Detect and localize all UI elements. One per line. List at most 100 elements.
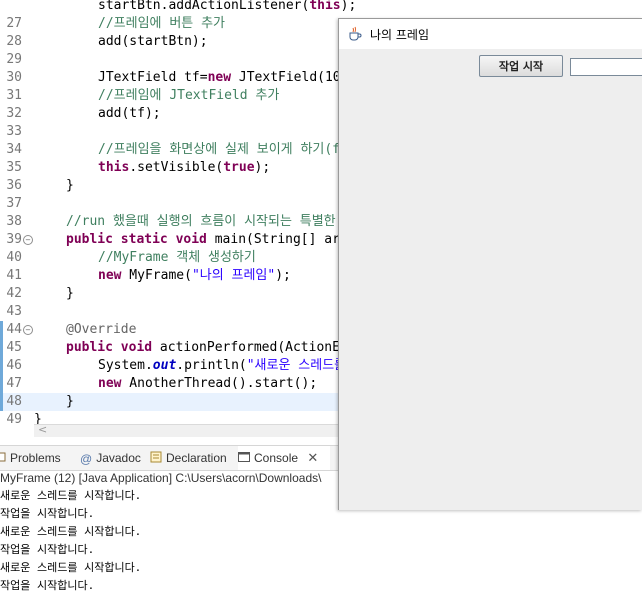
code-text: new MyFrame("나의 프레임"); (98, 267, 291, 285)
code-text: } (66, 177, 74, 195)
code-token: ); (254, 160, 271, 175)
line-number: 44 (6, 322, 22, 337)
scroll-left-icon[interactable]: < (38, 423, 47, 436)
console-icon (238, 447, 250, 471)
line-number: 33 (6, 124, 22, 139)
code-token: "새로운 스레드를 (246, 358, 347, 373)
problems-icon (0, 447, 6, 471)
tab-problems[interactable]: Problems (0, 446, 72, 470)
code-token: } (66, 178, 74, 193)
line-number: 49 (6, 412, 22, 424)
code-token: } (66, 394, 74, 409)
line-number: 41 (6, 268, 22, 283)
code-text: //run 했을때 실행의 흐름이 시작되는 특별한 메 (66, 213, 355, 231)
tab-label: Declaration (166, 451, 227, 465)
code-text: add(startBtn); (98, 33, 208, 51)
line-number: 29 (6, 52, 22, 67)
console-line: 새로운 스레드를 시작합니다. (0, 489, 142, 502)
line-number: 34 (6, 142, 22, 157)
code-token: new (98, 376, 122, 391)
code-token: .setVisible( (129, 160, 224, 175)
code-token: new (98, 268, 122, 283)
line-number: 42 (6, 286, 22, 301)
console-line: 작업을 시작합니다. (0, 543, 95, 556)
tab-declaration[interactable]: Declaration (150, 446, 234, 470)
code-token: add(startBtn); (98, 34, 208, 49)
line-number: 43 (6, 304, 22, 319)
code-token: startBtn.addActionListener( (98, 0, 310, 13)
code-text: JTextField tf=new JTextField(10); (98, 69, 356, 87)
line-number: 45 (6, 340, 22, 355)
line-number: 31 (6, 88, 22, 103)
code-token: true (223, 160, 255, 175)
frame-content-pane: 작업 시작 (339, 49, 642, 510)
code-text: //MyFrame 객체 생성하기 (98, 249, 256, 267)
text-field[interactable] (570, 58, 642, 76)
line-number: 27 (6, 16, 22, 31)
code-token: this (98, 160, 130, 175)
tab-console[interactable]: Console ✕ (238, 446, 330, 470)
line-number: 46 (6, 358, 22, 373)
code-text: } (66, 285, 74, 303)
line-number: 39 (6, 232, 22, 247)
line-number: 36 (6, 178, 22, 193)
horizontal-scrollbar[interactable]: < (34, 423, 338, 437)
code-token: .println( (176, 358, 247, 373)
code-text: startBtn.addActionListener(this); (98, 0, 356, 15)
code-text: //프레임에 버튼 추가 (98, 15, 225, 33)
line-number: 28 (6, 34, 22, 49)
start-task-button[interactable]: 작업 시작 (479, 55, 563, 77)
frame-title-bar[interactable]: 나의 프레임 (339, 19, 642, 49)
line-number: 37 (6, 196, 22, 211)
code-token: //프레임에 버튼 추가 (98, 16, 225, 31)
code-token: //프레임을 화면상에 실제 보이게 하기(false (98, 142, 372, 157)
code-token: add(tf); (98, 106, 161, 121)
code-token: public static void (66, 232, 207, 247)
code-token: //MyFrame 객체 생성하기 (98, 250, 256, 265)
code-text: @Override (66, 321, 136, 339)
declaration-icon (150, 447, 162, 471)
fold-toggle-icon[interactable]: − (23, 325, 33, 335)
console-line: 작업을 시작합니다. (0, 579, 95, 592)
tab-label: Problems (10, 451, 61, 465)
fold-toggle-icon[interactable]: − (23, 235, 33, 245)
code-token: ); (340, 0, 357, 13)
code-token: out (152, 358, 177, 373)
swing-frame-window[interactable]: 나의 프레임 작업 시작 (338, 18, 642, 510)
code-token: "나의 프레임" (191, 268, 276, 283)
line-number: 38 (6, 214, 22, 229)
code-token: //run 했을때 실행의 흐름이 시작되는 특별한 메 (66, 214, 356, 229)
code-text: //프레임을 화면상에 실제 보이게 하기(false (98, 141, 371, 159)
code-token: //프레임에 JTextField 추가 (98, 88, 280, 103)
tab-javadoc[interactable]: @ Javadoc (80, 446, 144, 470)
code-token: JTextField tf= (98, 70, 208, 85)
code-token: MyFrame( (121, 268, 192, 283)
code-token: @Override (66, 322, 137, 337)
code-token: } (66, 286, 74, 301)
javadoc-icon: @ (80, 451, 93, 466)
code-text: System.out.println("새로운 스레드를 (98, 357, 346, 375)
line-number: 32 (6, 106, 22, 121)
code-token: actionPerformed(ActionE (152, 340, 340, 355)
line-number: 35 (6, 160, 22, 175)
code-text: //프레임에 JTextField 추가 (98, 87, 279, 105)
frame-title: 나의 프레임 (370, 28, 430, 42)
close-icon[interactable]: ✕ (307, 450, 318, 465)
console-line: 작업을 시작합니다. (0, 507, 95, 520)
code-token: main(String[] ar (206, 232, 340, 247)
code-text: new AnotherThread().start(); (98, 375, 317, 393)
console-process-title: MyFrame (12) [Java Application] C:\Users… (0, 471, 322, 485)
line-number: 48 (6, 394, 22, 409)
java-cup-icon (347, 26, 363, 46)
console-line: 새로운 스레드를 시작합니다. (0, 525, 142, 538)
console-line: 새로운 스레드를 시작합니다. (0, 561, 142, 574)
code-token: AnotherThread().start(); (121, 376, 318, 391)
code-text: public static void main(String[] ar (66, 231, 340, 249)
line-number: 40 (6, 250, 22, 265)
code-token: ); (275, 268, 291, 283)
code-line[interactable]: startBtn.addActionListener(this); (0, 0, 642, 15)
code-text: add(tf); (98, 105, 161, 123)
code-token: public void (66, 340, 153, 355)
tab-label: Javadoc (96, 451, 141, 465)
code-token: System. (98, 358, 153, 373)
